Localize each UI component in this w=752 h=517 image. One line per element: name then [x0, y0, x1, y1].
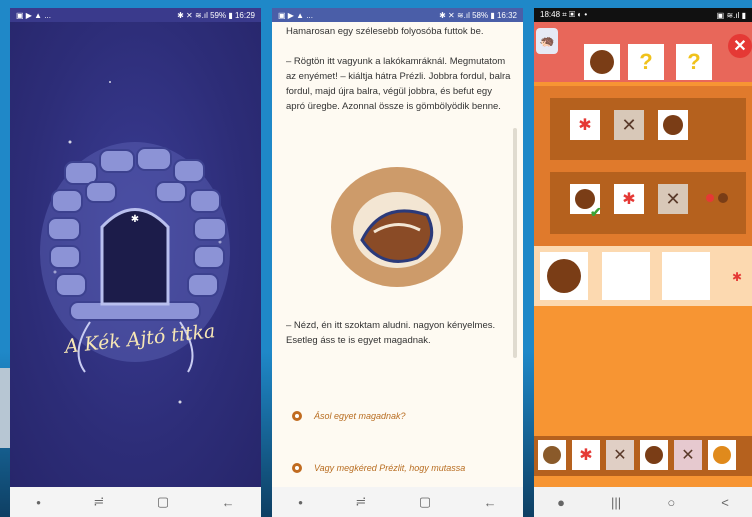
current-slot[interactable] [662, 252, 710, 300]
status-left: 18:48 ⌗ ▣ ◐ • [540, 10, 588, 19]
story-paragraph: Hamarosan egy szélesebb folyosóba futtok… [286, 26, 484, 37]
choice-option[interactable]: Ásol egyet magadnak? [292, 411, 406, 421]
hint-dot [706, 194, 714, 202]
status-bar: ▣ ▶ ▲ ... ✱ ✕ ≋.ıl 58% ▮ 16:32 [272, 8, 523, 22]
palette-tile-tiger[interactable] [708, 440, 736, 470]
app-icon: ● [557, 494, 565, 510]
guess-tile: ✕ [614, 110, 644, 140]
scrollbar[interactable] [513, 128, 517, 358]
guess-tile [658, 110, 688, 140]
palette-tile-wolf[interactable]: ✕ [606, 440, 634, 470]
home-button[interactable]: ▢ [419, 494, 431, 510]
guess-tile: ✱ [570, 110, 600, 140]
recent-apps-button[interactable]: ≓ [93, 494, 104, 510]
crab-icon: ✱ [732, 270, 743, 284]
crab-icon: ✱ [622, 191, 636, 208]
recent-apps-button[interactable]: ≓ [355, 494, 366, 510]
recent-apps-button[interactable]: ||| [611, 495, 621, 510]
wrong-mark-icon: ✕ [621, 114, 637, 135]
cover-art[interactable]: ✱ [10, 22, 261, 487]
phone-screen-title: ▣ ▶ ▲ ... ✱ ✕ ≋.ıl 59% ▮ 16:29 ✱ A Kék A… [10, 8, 261, 517]
status-bar: 18:48 ⌗ ▣ ◐ • ▣ ≋.ıl ▮ [534, 8, 752, 22]
dot-indicator: • [298, 494, 303, 510]
back-button[interactable]: ← [484, 495, 497, 510]
back-button[interactable]: < [721, 495, 729, 510]
close-icon[interactable]: ✕ [728, 34, 752, 58]
tiger-icon [713, 446, 731, 464]
radio-icon [292, 411, 302, 421]
svg-text:✱: ✱ [131, 214, 139, 225]
choice-label: Vagy megkéred Prézlit, hogy mutassa [314, 463, 466, 473]
character-avatar[interactable]: 🦔 [536, 28, 558, 54]
guess-tile: ✱ [614, 184, 644, 214]
palette-tile-pig[interactable]: ✕ [674, 440, 702, 470]
choice-label: Ásol egyet magadnak? [314, 411, 406, 421]
hedgehog-sleeping-illustration [331, 167, 463, 287]
android-nav-bar: • ≓ ▢ ← [272, 487, 523, 517]
answer-slot[interactable]: ? [628, 44, 664, 80]
back-button[interactable]: ← [222, 495, 235, 510]
check-icon: ✔ [590, 204, 602, 220]
phone-screen-puzzle: 18:48 ⌗ ▣ ◐ • ▣ ≋.ıl ▮ 🦔 ? ? ✕ ✱ ✕ ✔ ✱ ✕… [534, 8, 752, 517]
wrong-mark-icon: ✕ [665, 188, 681, 209]
crab-icon: ✱ [578, 117, 592, 134]
phone-screen-story: ▣ ▶ ▲ ... ✱ ✕ ≋.ıl 58% ▮ 16:32 Hamarosan… [272, 8, 523, 517]
hedgehog-icon [590, 50, 614, 74]
status-bar: ▣ ▶ ▲ ... ✱ ✕ ≋.ıl 59% ▮ 16:29 [10, 8, 261, 22]
home-button[interactable]: ▢ [157, 494, 169, 510]
hedgehog-icon [663, 115, 683, 135]
wrong-mark-icon: ✕ [681, 447, 695, 464]
answer-slot[interactable]: ? [676, 44, 712, 80]
palette-tile-cow[interactable] [538, 440, 566, 470]
dot-indicator: • [36, 494, 41, 510]
wrong-mark-icon: ✕ [613, 447, 627, 464]
choice-option[interactable]: Vagy megkéred Prézlit, hogy mutassa [292, 463, 465, 473]
radio-icon [292, 463, 302, 473]
status-left: ▣ ▶ ▲ ... [16, 10, 51, 20]
android-nav-bar: • ≓ ▢ ← [10, 487, 261, 517]
crab-icon: ✱ [579, 447, 593, 464]
current-slot[interactable] [540, 252, 588, 300]
guess-tile: ✕ [658, 184, 688, 214]
story-paragraph: – Nézd, én itt szoktam aludni. nagyon ké… [286, 320, 496, 346]
hedgehog-icon [645, 446, 663, 464]
palette-tile-crab[interactable]: ✱ [572, 440, 600, 470]
answer-slot[interactable] [584, 44, 620, 80]
status-right: ✱ ✕ ≋.ıl 58% ▮ 16:32 [439, 10, 517, 20]
cow-icon [543, 446, 561, 464]
status-right: ▣ ≋.ıl ▮ [716, 10, 746, 20]
home-button[interactable]: ○ [667, 495, 675, 510]
palette-tile-hedgehog[interactable] [640, 440, 668, 470]
hint-dot [718, 193, 728, 203]
status-left: ▣ ▶ ▲ ... [278, 10, 313, 20]
hedgehog-icon [547, 259, 581, 293]
android-nav-bar: ● ||| ○ < [534, 487, 752, 517]
hedgehog-icon: 🦔 [539, 34, 555, 48]
story-paragraph: – Rögtön itt vagyunk a lakókamráknál. Me… [286, 56, 511, 112]
current-slot[interactable] [602, 252, 650, 300]
status-right: ✱ ✕ ≋.ıl 59% ▮ 16:29 [177, 10, 255, 20]
stone-door-illustration: ✱ [40, 81, 230, 404]
